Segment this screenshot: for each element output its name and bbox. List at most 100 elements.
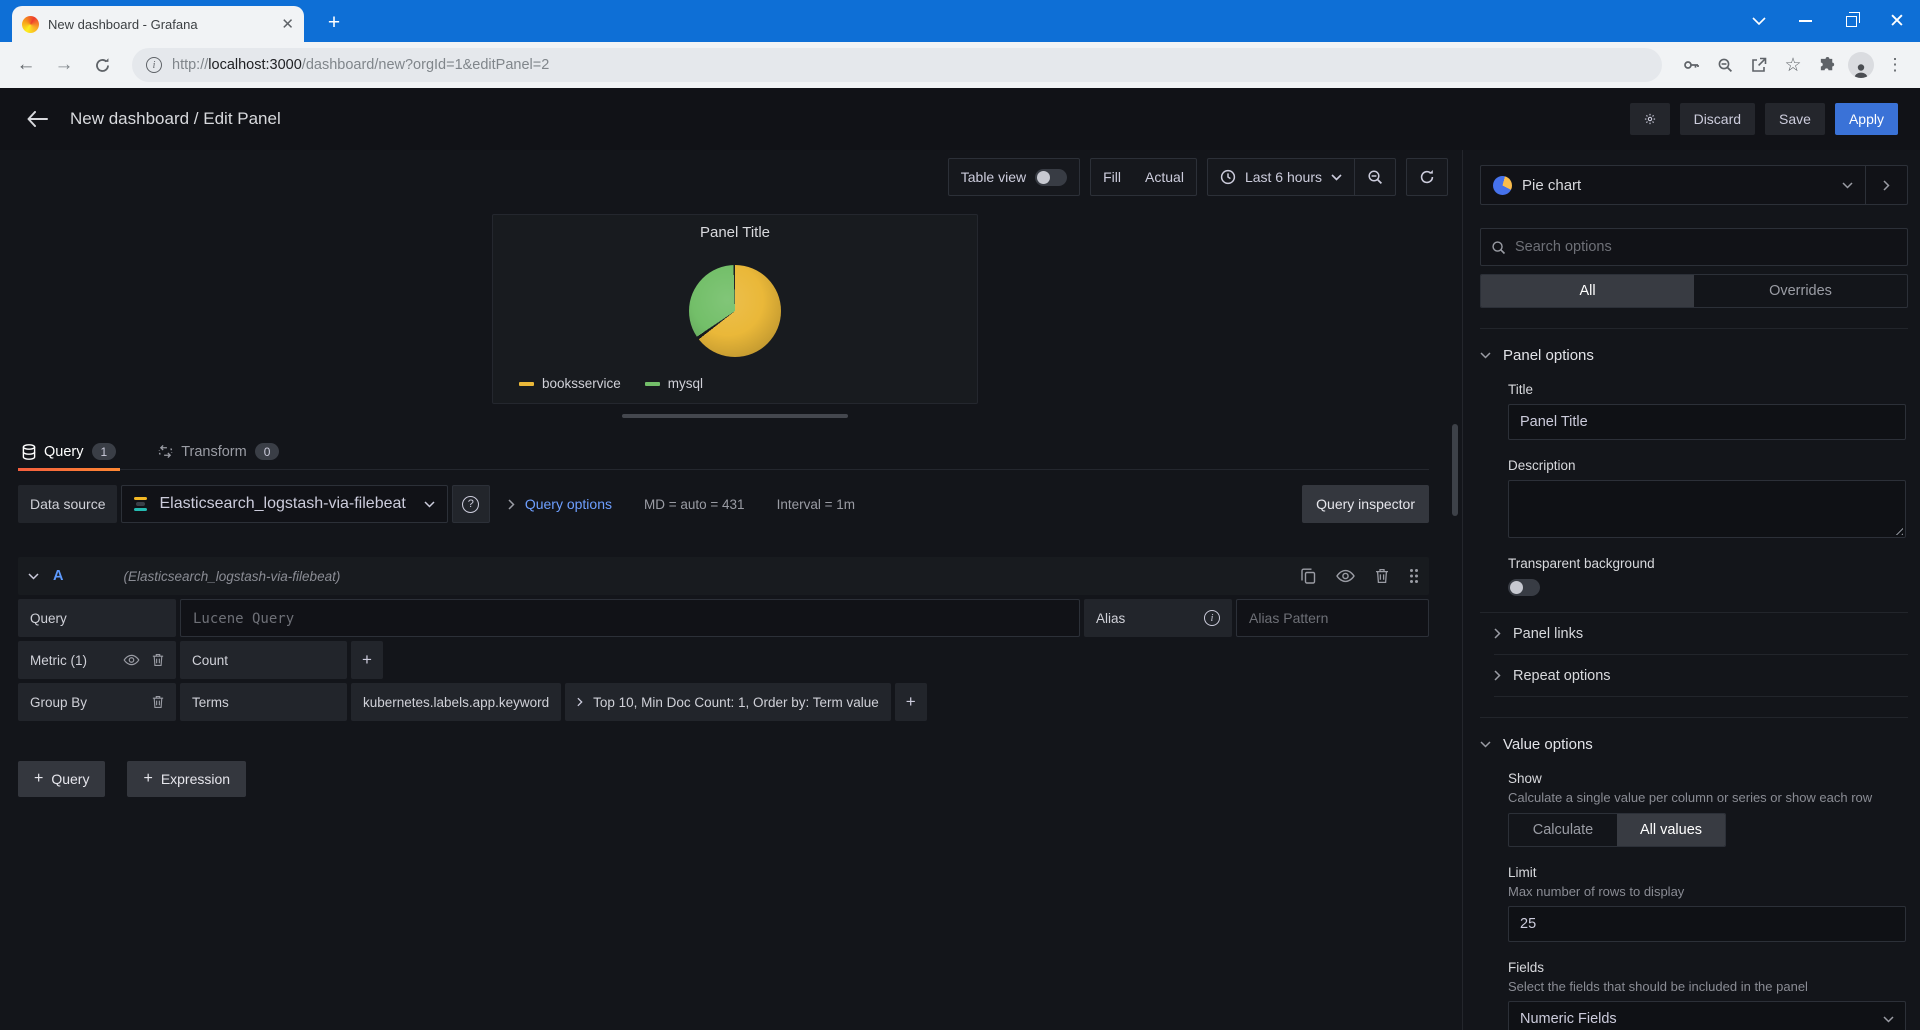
alias-input[interactable] bbox=[1236, 599, 1429, 637]
browser-menu-icon[interactable]: ⋮ bbox=[1880, 50, 1910, 80]
alias-info-icon[interactable]: i bbox=[1204, 610, 1220, 626]
browser-reload-icon[interactable] bbox=[86, 49, 118, 81]
hide-query-eye-icon[interactable] bbox=[1336, 569, 1355, 583]
bookmark-star-icon[interactable]: ☆ bbox=[1778, 50, 1808, 80]
discard-button[interactable]: Discard bbox=[1680, 103, 1755, 135]
window-restore-button[interactable] bbox=[1828, 0, 1874, 42]
apply-button[interactable]: Apply bbox=[1835, 103, 1898, 135]
viz-suggestions-button[interactable] bbox=[1865, 166, 1907, 204]
chevron-down-icon bbox=[1331, 174, 1342, 181]
grafana-app: New dashboard / Edit Panel Discard Save … bbox=[0, 88, 1920, 1030]
tab-close-icon[interactable]: ✕ bbox=[281, 15, 294, 33]
tab-transform[interactable]: Transform 0 bbox=[154, 443, 283, 469]
browser-tab[interactable]: New dashboard - Grafana ✕ bbox=[12, 6, 304, 42]
elasticsearch-icon bbox=[134, 497, 149, 512]
legend-swatch bbox=[645, 382, 660, 386]
query-a-header[interactable]: A (Elasticsearch_logstash-via-filebeat) bbox=[18, 557, 1429, 595]
tab-search-icon[interactable] bbox=[1736, 0, 1782, 42]
query-footer: +Query +Expression bbox=[18, 761, 1429, 797]
extensions-icon[interactable] bbox=[1812, 50, 1842, 80]
share-icon[interactable] bbox=[1744, 50, 1774, 80]
datasource-help-button[interactable]: ? bbox=[452, 485, 490, 523]
browser-back-icon[interactable]: ← bbox=[10, 49, 42, 81]
legend-item[interactable]: mysql bbox=[645, 376, 703, 391]
legend-item[interactable]: booksservice bbox=[519, 376, 621, 391]
drag-handle-icon[interactable] bbox=[1409, 568, 1419, 584]
legend-swatch bbox=[519, 382, 534, 386]
zoom-icon[interactable] bbox=[1710, 50, 1740, 80]
value-options-header[interactable]: Value options bbox=[1480, 736, 1908, 753]
datasource-picker[interactable]: Elasticsearch_logstash-via-filebeat bbox=[121, 485, 447, 523]
add-query-button[interactable]: +Query bbox=[18, 761, 105, 797]
title-label: Title bbox=[1508, 382, 1906, 397]
omnibox[interactable]: i http://localhost:3000/dashboard/new?or… bbox=[132, 48, 1662, 82]
window-minimize-button[interactable] bbox=[1782, 0, 1828, 42]
profile-avatar[interactable] bbox=[1846, 50, 1876, 80]
tab-overrides[interactable]: Overrides bbox=[1694, 275, 1907, 307]
add-metric-button[interactable]: + bbox=[351, 641, 383, 679]
tab-title: New dashboard - Grafana bbox=[48, 17, 272, 32]
tab-query[interactable]: Query 1 bbox=[18, 443, 120, 469]
add-groupby-button[interactable]: + bbox=[895, 683, 927, 721]
chevron-down-icon bbox=[1480, 741, 1491, 748]
viz-toolbar: Table view Fill Actual Last 6 hours bbox=[948, 158, 1448, 196]
time-range-picker[interactable]: Last 6 hours bbox=[1208, 159, 1354, 195]
groupby-type-button[interactable]: Terms bbox=[180, 683, 347, 721]
duplicate-query-icon[interactable] bbox=[1301, 568, 1316, 584]
query-inspector-button[interactable]: Query inspector bbox=[1302, 485, 1429, 523]
window-close-button[interactable]: ✕ bbox=[1874, 0, 1920, 42]
query-editor: Query 1 Transform 0 Data source bbox=[18, 434, 1429, 797]
main-scrollbar[interactable] bbox=[1452, 424, 1458, 516]
refresh-button[interactable] bbox=[1407, 159, 1447, 195]
panel-links-section[interactable]: Panel links bbox=[1494, 613, 1908, 655]
table-view-switch[interactable] bbox=[1035, 169, 1067, 186]
repeat-options-section[interactable]: Repeat options bbox=[1494, 655, 1908, 697]
metric-eye-icon[interactable] bbox=[123, 654, 140, 666]
viz-picker[interactable]: Pie chart bbox=[1481, 166, 1865, 204]
panel-resize-handle[interactable] bbox=[622, 414, 848, 418]
page-info-icon[interactable]: i bbox=[146, 57, 162, 73]
fill-button[interactable]: Fill bbox=[1091, 159, 1133, 195]
actual-button[interactable]: Actual bbox=[1133, 159, 1196, 195]
new-tab-button[interactable]: + bbox=[320, 10, 348, 38]
groupby-settings-button[interactable]: Top 10, Min Doc Count: 1, Order by: Term… bbox=[565, 683, 891, 721]
metric-trash-icon[interactable] bbox=[152, 653, 164, 667]
calculate-option[interactable]: Calculate bbox=[1509, 814, 1617, 846]
transparent-bg-label: Transparent background bbox=[1508, 556, 1906, 571]
panel-title-input[interactable] bbox=[1508, 404, 1906, 440]
transparent-bg-toggle[interactable] bbox=[1508, 579, 1540, 596]
url-text: http://localhost:3000/dashboard/new?orgI… bbox=[172, 57, 549, 73]
fields-label: Fields bbox=[1508, 960, 1906, 975]
transform-icon bbox=[158, 444, 173, 459]
groupby-field-button[interactable]: kubernetes.labels.app.keyword bbox=[351, 683, 561, 721]
add-expression-button[interactable]: +Expression bbox=[127, 761, 246, 797]
back-button[interactable] bbox=[22, 104, 52, 134]
panel-settings-button[interactable] bbox=[1630, 103, 1670, 135]
transform-count-badge: 0 bbox=[255, 443, 280, 460]
metric-type-button[interactable]: Count bbox=[180, 641, 347, 679]
search-options-input[interactable] bbox=[1515, 239, 1897, 255]
chevron-down-icon bbox=[1883, 1016, 1894, 1023]
tab-all[interactable]: All bbox=[1481, 275, 1694, 307]
remove-query-trash-icon[interactable] bbox=[1375, 568, 1389, 584]
lucene-query-input[interactable] bbox=[180, 599, 1080, 637]
table-view-toggle[interactable]: Table view bbox=[949, 159, 1079, 195]
panel-options-header[interactable]: Panel options bbox=[1480, 347, 1908, 364]
resize-corner-icon[interactable] bbox=[1893, 525, 1903, 535]
value-options-section: Value options Show Calculate a single va… bbox=[1480, 717, 1908, 1030]
show-label: Show bbox=[1508, 771, 1906, 786]
chevron-right-icon bbox=[1494, 628, 1501, 639]
zoom-out-time-button[interactable] bbox=[1355, 159, 1395, 195]
description-textarea[interactable] bbox=[1508, 480, 1906, 538]
panel-preview[interactable]: Panel Title booksservice mysql bbox=[492, 214, 978, 404]
all-values-option[interactable]: All values bbox=[1617, 814, 1725, 846]
browser-forward-icon[interactable]: → bbox=[48, 49, 80, 81]
limit-input[interactable] bbox=[1508, 906, 1906, 942]
fields-select[interactable]: Numeric Fields bbox=[1508, 1001, 1906, 1030]
save-button[interactable]: Save bbox=[1765, 103, 1825, 135]
viz-picker-row: Pie chart bbox=[1480, 165, 1908, 205]
query-options-toggle[interactable]: Query options bbox=[525, 496, 612, 512]
groupby-trash-icon[interactable] bbox=[152, 695, 164, 709]
pie-legend: booksservice mysql bbox=[519, 376, 703, 391]
password-key-icon[interactable] bbox=[1676, 50, 1706, 80]
